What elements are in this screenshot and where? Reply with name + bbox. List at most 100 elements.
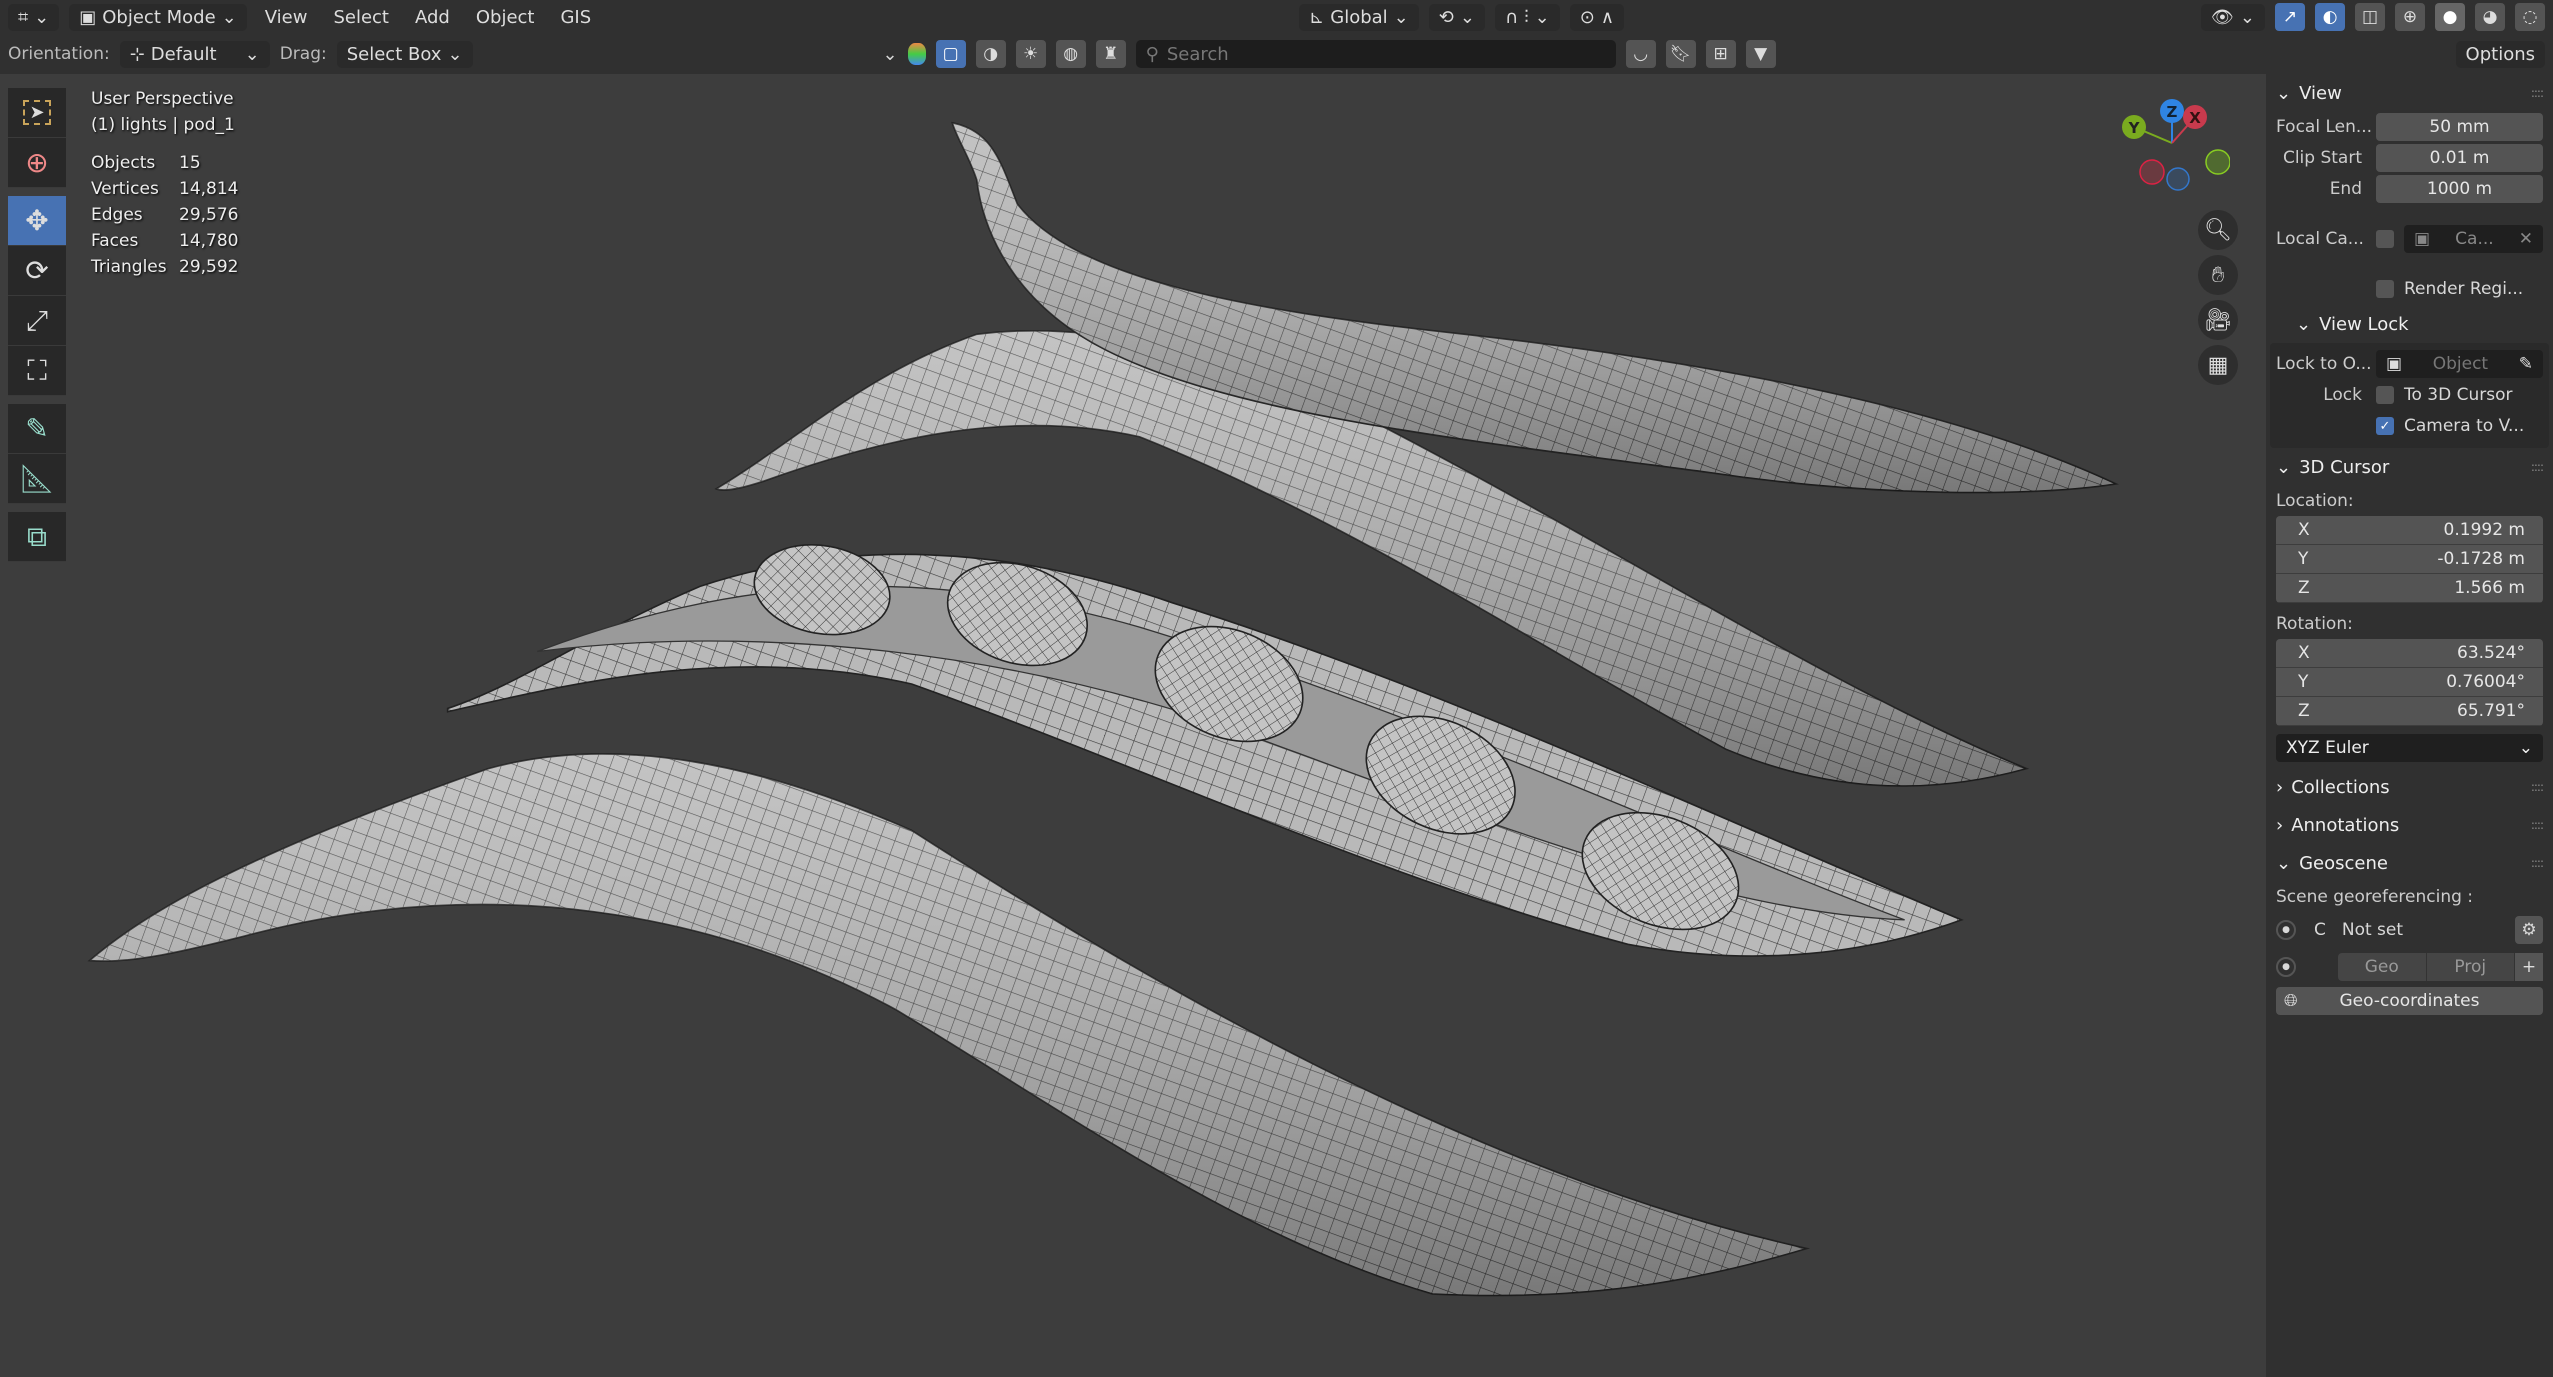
geo-coordinates-button[interactable]: 🌐︎ Geo-coordinates xyxy=(2276,987,2543,1015)
add-crs-button[interactable]: + xyxy=(2515,953,2543,981)
section-view-lock-header[interactable]: ⌄ View Lock xyxy=(2276,305,2543,343)
rotation-mode-dropdown[interactable]: XYZ Euler ⌄ xyxy=(2276,734,2543,762)
viewport-3d[interactable] xyxy=(0,74,2266,1377)
menu-add[interactable]: Add xyxy=(407,4,458,31)
mode-dropdown[interactable]: ▣ Object Mode ⌄ xyxy=(69,3,247,31)
drag-handle-icon[interactable]: :::: xyxy=(2531,86,2544,100)
rotation-x-field[interactable]: X 63.524° xyxy=(2276,639,2543,668)
navigation-gizmo[interactable]: Y Z X xyxy=(2120,95,2230,205)
shading-material[interactable]: ◕ xyxy=(2475,3,2505,31)
xray-toggle[interactable]: ◫ xyxy=(2355,3,2385,31)
to-3d-cursor-checkbox[interactable] xyxy=(2376,386,2394,404)
gizmo-toggle[interactable]: ↗ xyxy=(2275,3,2305,31)
menu-select[interactable]: Select xyxy=(325,4,397,31)
hierarchy-dropdown[interactable]: ⊞ xyxy=(1705,40,1736,68)
filter-lights[interactable]: ☀ xyxy=(1015,40,1046,68)
neg-x-axis[interactable] xyxy=(2139,159,2165,185)
tool-settings-bar: Orientation: ⊹ Default ⌄ Drag: Select Box ⌄… xyxy=(0,34,2553,74)
chevron-down-icon: ⌄ xyxy=(2276,456,2292,478)
drag-label: Drag: xyxy=(279,44,327,64)
neg-y-axis[interactable] xyxy=(2205,149,2230,175)
drag-handle-icon[interactable]: :::: xyxy=(2531,856,2544,870)
filter-world[interactable]: ◍ xyxy=(1055,40,1086,68)
z-axis[interactable]: Z xyxy=(2160,99,2184,123)
shading-rendered[interactable]: ◌ xyxy=(2515,3,2545,31)
ortho-toggle-button[interactable]: ▦ xyxy=(2198,345,2238,385)
tool-move[interactable]: ✥ xyxy=(8,196,66,246)
tool-select-box[interactable]: ➤ xyxy=(8,88,66,138)
proportional-edit-toggle[interactable]: ⊙ ∧ xyxy=(1569,3,1625,31)
camera-to-view-checkbox[interactable]: ✓ xyxy=(2376,417,2394,435)
geo-radio[interactable]: ● xyxy=(2276,957,2296,977)
filter-brush[interactable]: ♜ xyxy=(1095,40,1126,68)
filter-mesh[interactable]: ◑ xyxy=(975,40,1006,68)
select-box-icon: ➤ xyxy=(23,100,51,125)
pan-button[interactable]: ✋︎ xyxy=(2198,255,2238,295)
pod-mesh[interactable] xyxy=(951,121,2119,494)
tool-measure[interactable]: 📐︎ xyxy=(8,454,66,504)
filter-dropdown[interactable]: ▼ xyxy=(1745,40,1776,68)
search-input[interactable]: ⚲ Search xyxy=(1135,40,1616,68)
proj-button[interactable]: Proj xyxy=(2427,953,2515,981)
drag-handle-icon[interactable]: :::: xyxy=(2531,780,2544,794)
tool-annotate[interactable]: ✎ xyxy=(8,404,66,454)
shading-solid[interactable]: ● xyxy=(2435,3,2465,31)
crs-settings-button[interactable]: ⚙ xyxy=(2515,916,2543,944)
visibility-dropdown[interactable]: 👁 ⌄ xyxy=(2201,3,2265,31)
focal-length-field[interactable]: 50 mm xyxy=(2376,113,2543,141)
section-collections-header[interactable]: › Collections:::: xyxy=(2276,768,2544,806)
transform-orientation-dropdown[interactable]: ⊾ Global ⌄ xyxy=(1299,3,1419,31)
menu-view[interactable]: View xyxy=(257,4,316,31)
zoom-button[interactable]: 🔍︎ xyxy=(2198,210,2238,250)
camera-view-button[interactable]: 🎥︎ xyxy=(2198,300,2238,340)
shading-wireframe[interactable]: ⊕ xyxy=(2395,3,2425,31)
local-camera-label: Local Ca... xyxy=(2276,229,2364,249)
rotation-z-field[interactable]: Z 65.791° xyxy=(2276,697,2543,726)
drag-dropdown[interactable]: Select Box ⌄ xyxy=(336,40,473,68)
eyedropper-icon[interactable]: ✎ xyxy=(2519,354,2533,374)
tool-scale[interactable]: ⤢ xyxy=(8,296,66,346)
falloff-icon: ∧ xyxy=(1600,6,1615,28)
collapse-icon[interactable]: ⌄ xyxy=(883,44,898,65)
crs-radio[interactable]: ● xyxy=(2276,920,2296,940)
tool-rotate[interactable]: ⟳ xyxy=(8,246,66,296)
menu-gis[interactable]: GIS xyxy=(552,4,599,31)
rotation-y-field[interactable]: Y 0.76004° xyxy=(2276,668,2543,697)
lock-object-field[interactable]: ▣ Object ✎ xyxy=(2376,350,2543,378)
neg-z-axis[interactable] xyxy=(2166,167,2190,191)
geo-button[interactable]: Geo xyxy=(2338,953,2427,981)
y-axis[interactable]: Y xyxy=(2122,115,2146,139)
section-3d-cursor-header[interactable]: ⌄ 3D Cursor:::: xyxy=(2276,448,2544,486)
move-icon: ✥ xyxy=(25,204,49,237)
clip-end-label: End xyxy=(2329,179,2362,199)
pivot-point-dropdown[interactable]: ⟲ ⌄ xyxy=(1428,3,1485,31)
local-camera-checkbox[interactable] xyxy=(2376,230,2394,248)
local-camera-field[interactable]: ▣ Ca... ✕ xyxy=(2404,225,2543,253)
filter-toggle[interactable]: ◡ xyxy=(1625,40,1656,68)
select-mode-object[interactable]: ▢ xyxy=(935,40,966,68)
clip-start-field[interactable]: 0.01 m xyxy=(2376,144,2543,172)
tool-transform[interactable]: ⛶ xyxy=(8,346,66,396)
drag-handle-icon[interactable]: :::: xyxy=(2531,818,2544,832)
section-annotations-header[interactable]: › Annotations:::: xyxy=(2276,806,2544,844)
menu-object[interactable]: Object xyxy=(468,4,543,31)
editor-type-button[interactable]: ⌗ ⌄ xyxy=(8,3,60,31)
bookmark-button[interactable]: 🔖︎ xyxy=(1665,40,1696,68)
snap-toggle[interactable]: ∩ ⫶ ⌄ xyxy=(1494,3,1560,31)
orientation-dropdown[interactable]: ⊹ Default ⌄ xyxy=(119,40,270,68)
tool-cursor[interactable]: ⊕ xyxy=(8,138,66,188)
section-geoscene-header[interactable]: ⌄ Geoscene:::: xyxy=(2276,844,2544,882)
tool-add-cube[interactable]: ⧉ xyxy=(8,512,66,562)
render-region-checkbox[interactable] xyxy=(2376,280,2394,298)
clip-end-field[interactable]: 1000 m xyxy=(2376,175,2543,203)
x-axis[interactable]: X xyxy=(2183,105,2207,129)
sidebar-panel: ⌄ View:::: Focal Len... 50 mm Clip Start 0.… xyxy=(2266,74,2553,1377)
clear-icon[interactable]: ✕ xyxy=(2519,229,2533,249)
overlays-toggle[interactable]: ◐ xyxy=(2315,3,2345,31)
drag-handle-icon[interactable]: :::: xyxy=(2531,460,2544,474)
section-view-header[interactable]: ⌄ View:::: xyxy=(2276,74,2544,112)
options-button[interactable]: Options xyxy=(2455,40,2545,68)
location-x-field[interactable]: X 0.1992 m xyxy=(2276,516,2543,545)
location-y-field[interactable]: Y -0.1728 m xyxy=(2276,545,2543,574)
location-z-field[interactable]: Z 1.566 m xyxy=(2276,574,2543,603)
